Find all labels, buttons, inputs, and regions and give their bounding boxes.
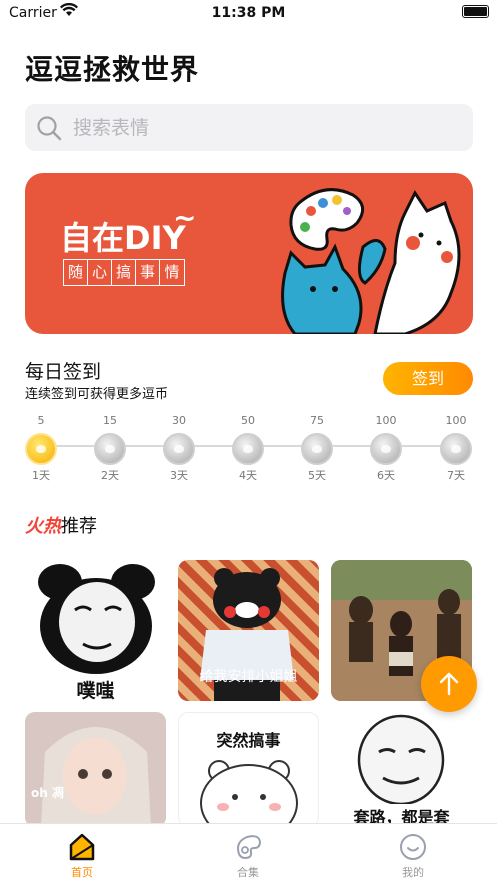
banner-subtitle-char: 事: [136, 260, 160, 285]
scroll-to-top-button[interactable]: [421, 656, 477, 712]
checkin-day: 100 7天: [431, 414, 481, 483]
sticker-card[interactable]: 套路，都是套: [331, 712, 472, 827]
sticker-caption: 噗嗤: [76, 680, 115, 701]
diy-banner[interactable]: 自在DIY ~ 随 心 搞 事 情: [25, 173, 473, 334]
banner-tilde: ~: [173, 201, 197, 234]
coin-icon: [440, 433, 472, 465]
page-title: 逗逗拯救世界: [25, 53, 200, 86]
tab-collection-label: 合集: [237, 866, 259, 879]
tab-profile-label: 我的: [402, 866, 424, 879]
sticker-caption: oh 凋: [31, 786, 64, 800]
white-bear-drawing: [200, 760, 298, 826]
banner-subtitle-char: 搞: [112, 260, 136, 285]
sticker-card[interactable]: oh 凋: [25, 712, 166, 827]
banner-subtitle-char: 情: [164, 263, 180, 281]
clock: 11:38 PM: [211, 5, 286, 21]
home-icon: [32, 830, 132, 864]
checkin-button[interactable]: 签到: [383, 362, 473, 395]
checkin-day-amount: 15: [103, 414, 117, 427]
banner-subtitle-char: 心: [88, 260, 112, 285]
checkin-day-label: 7天: [447, 469, 465, 482]
checkin-day: 75 5天: [292, 414, 342, 483]
arrow-up-icon: [439, 672, 459, 696]
coin-icon: [94, 433, 126, 465]
checkin-day-label: 6天: [377, 469, 395, 482]
banner-subtitle-char: 随: [64, 260, 88, 285]
tab-home-label: 首页: [71, 866, 93, 879]
checkin-day-label: 3天: [170, 469, 188, 482]
battery-icon: [462, 5, 489, 18]
sticker-card[interactable]: 突然搞事: [178, 712, 319, 827]
hot-highlight: 火热: [25, 516, 61, 537]
meme-face-drawing: [357, 714, 445, 806]
checkin-subtitle: 连续签到可获得更多逗币: [25, 387, 169, 402]
tab-collection[interactable]: 合集: [198, 830, 298, 880]
status-bar: Carrier 11:38 PM: [0, 0, 497, 26]
banner-cats-illustration: [281, 188, 461, 334]
checkin-day-amount: 100: [445, 414, 467, 427]
checkin-day-amount: 100: [375, 414, 397, 427]
hot-rest: 推荐: [61, 516, 97, 537]
hot-section-title: 火热推荐: [25, 512, 97, 538]
palette-icon: [198, 830, 298, 864]
coin-icon: [370, 433, 402, 465]
coin-icon: [25, 433, 57, 465]
checkin-day: 50 4天: [223, 414, 273, 483]
checkin-day: 15 2天: [85, 414, 135, 483]
checkin-day-amount: 50: [241, 414, 255, 427]
checkin-day-label: 2天: [101, 469, 119, 482]
checkin-day: 100 6天: [361, 414, 411, 483]
checkin-day-label: 4天: [239, 469, 257, 482]
checkin-day: 30 3天: [154, 414, 204, 483]
coin-icon: [301, 433, 333, 465]
search-icon: [36, 115, 62, 145]
checkin-day-amount: 30: [172, 414, 186, 427]
sticker-card[interactable]: 噗嗤: [25, 560, 166, 701]
checkin-day-label: 5天: [308, 469, 326, 482]
sticker-caption: 给我安排小姐姐: [199, 669, 298, 685]
girl-photo: [25, 712, 166, 827]
banner-title: 自在DIY: [60, 219, 186, 257]
sticker-card[interactable]: 给我安排小姐姐: [178, 560, 319, 701]
coin-icon: [163, 433, 195, 465]
tab-bar: 首页 合集 我的: [0, 823, 497, 883]
checkin-day-amount: 5: [37, 414, 45, 427]
checkin-title: 每日签到: [25, 361, 102, 383]
checkin-day-label: 1天: [32, 469, 50, 482]
checkin-day: 5 1天: [16, 414, 66, 483]
checkin-day-amount: 75: [310, 414, 324, 427]
tab-profile[interactable]: 我的: [363, 830, 463, 880]
search-input[interactable]: [73, 112, 453, 143]
search-bar[interactable]: [25, 104, 473, 151]
tab-home[interactable]: 首页: [32, 830, 132, 880]
coin-icon: [232, 433, 264, 465]
sticker-caption: 突然搞事: [216, 731, 281, 750]
panda-meme-image: [38, 564, 155, 674]
smiley-icon: [363, 830, 463, 864]
banner-subtitle: 随 心 搞 事 情: [63, 259, 185, 286]
